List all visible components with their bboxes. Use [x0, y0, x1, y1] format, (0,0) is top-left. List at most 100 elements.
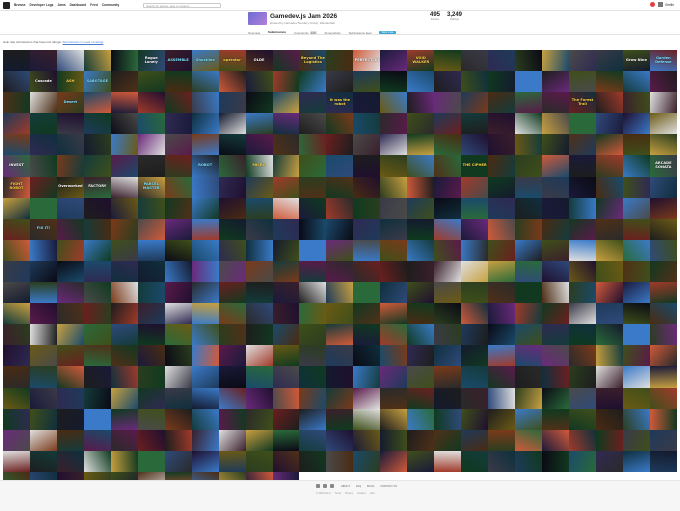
game-tile[interactable] [299, 366, 327, 388]
game-tile[interactable] [29, 197, 57, 219]
game-tile[interactable]: Ghostline [191, 50, 219, 72]
game-tile[interactable] [488, 450, 516, 472]
game-tile[interactable] [353, 197, 381, 219]
game-tile[interactable] [434, 450, 462, 472]
game-tile[interactable] [380, 450, 408, 472]
game-tile[interactable] [164, 176, 192, 198]
game-tile[interactable] [569, 260, 596, 283]
game-tile[interactable] [569, 50, 596, 72]
game-tile[interactable] [3, 260, 30, 283]
game-tile[interactable] [272, 134, 300, 156]
game-tile[interactable] [434, 345, 462, 367]
game-tile[interactable] [595, 387, 623, 409]
footer-privacy[interactable]: Privacy [345, 492, 353, 495]
game-tile[interactable] [164, 239, 192, 261]
game-tile[interactable] [137, 239, 165, 261]
game-tile[interactable] [380, 92, 408, 114]
game-tile[interactable] [191, 92, 219, 114]
game-tile[interactable] [56, 450, 84, 472]
youtube-icon[interactable] [330, 484, 334, 488]
game-tile[interactable] [434, 92, 462, 114]
game-tile[interactable] [622, 450, 650, 472]
game-tile[interactable] [110, 176, 138, 198]
game-tile[interactable] [299, 71, 327, 93]
game-tile[interactable] [218, 324, 246, 346]
game-tile[interactable] [407, 113, 435, 135]
game-tile[interactable] [191, 429, 219, 451]
game-tile[interactable] [407, 324, 435, 346]
game-tile[interactable] [110, 324, 138, 346]
game-tile[interactable] [245, 71, 273, 93]
game-tile[interactable] [137, 218, 165, 240]
game-tile[interactable] [29, 345, 57, 367]
game-tile[interactable] [137, 324, 165, 346]
game-tile[interactable] [434, 408, 462, 430]
game-tile[interactable] [649, 366, 677, 388]
game-tile[interactable] [164, 155, 192, 177]
game-tile[interactable] [299, 387, 327, 409]
nav-devlogs[interactable]: Developer Logs [30, 3, 54, 7]
game-tile[interactable] [191, 176, 219, 198]
game-tile[interactable] [622, 92, 650, 114]
footer-blog[interactable]: BLOG [367, 485, 374, 488]
game-tile[interactable] [3, 50, 30, 72]
game-tile[interactable] [353, 71, 381, 93]
game-tile[interactable] [326, 176, 354, 198]
game-tile[interactable] [595, 50, 623, 72]
game-tile[interactable] [353, 92, 381, 114]
game-tile[interactable] [3, 324, 30, 346]
game-tile[interactable] [164, 71, 192, 93]
game-tile[interactable] [569, 282, 596, 304]
game-tile[interactable] [326, 324, 354, 346]
game-tile[interactable] [3, 408, 30, 430]
game-tile[interactable] [272, 260, 300, 283]
game-tile[interactable] [191, 71, 219, 93]
game-tile[interactable] [622, 345, 650, 367]
game-tile[interactable] [56, 303, 84, 325]
game-tile[interactable] [299, 345, 327, 367]
game-tile[interactable] [649, 408, 677, 430]
game-tile[interactable] [83, 260, 111, 283]
game-tile[interactable] [218, 366, 246, 388]
game-tile[interactable] [434, 71, 462, 93]
game-tile[interactable] [272, 239, 300, 261]
game-tile[interactable] [622, 260, 650, 283]
game-tile[interactable] [407, 176, 435, 198]
game-tile[interactable] [245, 282, 273, 304]
game-tile[interactable] [649, 303, 677, 325]
game-tile[interactable] [3, 92, 30, 114]
game-tile[interactable] [218, 282, 246, 304]
game-tile[interactable] [326, 282, 354, 304]
game-tile[interactable] [434, 197, 462, 219]
game-tile[interactable] [245, 345, 273, 367]
game-tile[interactable] [542, 450, 570, 472]
game-tile[interactable] [622, 155, 650, 177]
game-tile[interactable] [137, 450, 165, 472]
game-tile[interactable]: FIGHT ROBOT [3, 176, 30, 198]
game-tile[interactable] [3, 387, 30, 409]
game-tile[interactable] [164, 260, 192, 283]
game-tile[interactable] [515, 197, 543, 219]
game-tile[interactable] [461, 260, 489, 283]
game-tile[interactable] [407, 260, 435, 283]
game-tile[interactable] [488, 239, 516, 261]
game-tile[interactable] [56, 282, 84, 304]
game-tile[interactable] [245, 429, 273, 451]
game-tile[interactable] [461, 239, 489, 261]
game-tile[interactable] [542, 260, 570, 283]
game-tile[interactable] [515, 71, 543, 93]
game-tile[interactable]: FIX IT! [29, 218, 57, 240]
game-tile[interactable] [326, 50, 354, 72]
game-tile[interactable] [353, 113, 381, 135]
game-tile[interactable] [407, 218, 435, 240]
game-tile[interactable] [542, 324, 570, 346]
game-tile[interactable] [353, 260, 381, 283]
game-tile[interactable]: Rogue Lonely [137, 50, 165, 72]
search-input[interactable]: Search for games, tags or creators [143, 2, 222, 8]
footer-jobs[interactable]: Jobs [370, 492, 375, 495]
footer-contact[interactable]: CONTACT US [380, 485, 397, 488]
game-tile[interactable] [299, 429, 327, 451]
game-tile[interactable] [649, 197, 677, 219]
game-tile[interactable] [164, 345, 192, 367]
game-tile[interactable] [380, 176, 408, 198]
